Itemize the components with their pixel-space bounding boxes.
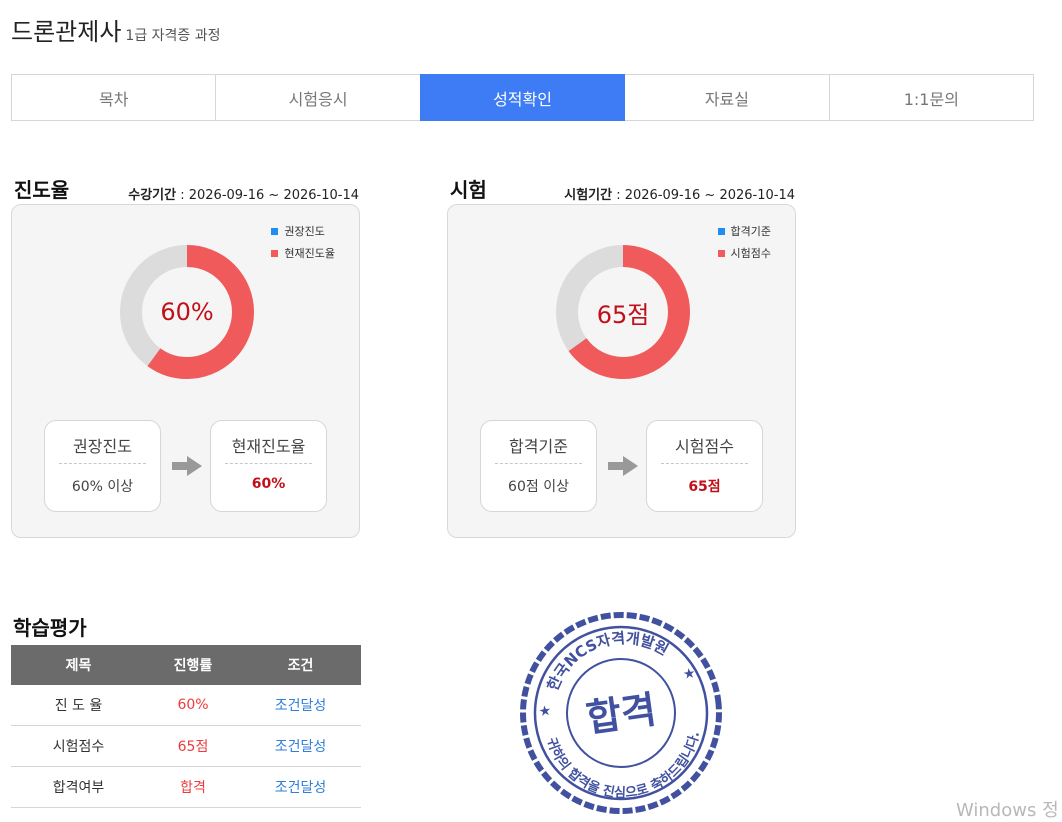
arrow-right-icon [172,456,202,476]
current-progress-title: 현재진도율 [231,437,306,456]
recommended-progress-title: 권장진도 [73,437,132,456]
row-value: 65점 [146,725,240,767]
legend-item-recommended: 권장진도 [271,223,335,239]
stamp-center-text: 합격 [583,687,658,740]
divider [225,463,312,464]
table-header-row: 제목 진행률 조건 [11,645,361,685]
exam-donut-label: 65점 [596,300,650,329]
tab-bar: 목차 시험응시 성적확인 자료실 1:1문의 [11,74,1035,121]
legend-swatch-blue [271,227,279,235]
current-progress-box: 현재진도율 60% [210,420,327,512]
row-condition: 조건달성 [240,725,361,767]
progress-card: 권장진도 현재진도율 60% 권장진도 60% 이상 현재진도율 60% [11,204,360,538]
divider [661,463,748,464]
divider [495,463,582,464]
row-name: 시험점수 [11,725,146,767]
current-progress-value: 60% [251,476,286,492]
divider [59,463,146,464]
tab-grades[interactable]: 성적확인 [419,74,626,121]
exam-score-box: 시험점수 65점 [646,420,763,512]
progress-header: 진도율 수강기간 : 2026-09-16 ~ 2026-10-14 [14,174,359,203]
tab-take-exam[interactable]: 시험응시 [215,74,421,121]
recommended-progress-value: 60% 이상 [71,479,134,495]
pass-criteria-box: 합격기준 60점 이상 [480,420,597,512]
legend-item-pass-criteria: 합격기준 [717,223,771,239]
course-subtitle: 1급 자격증 과정 [125,28,221,44]
column-header-condition: 조건 [240,645,361,685]
row-condition: 조건달성 [240,685,361,726]
exam-header: 시험 시험기간 : 2026-09-16 ~ 2026-10-14 [450,174,795,203]
pass-criteria-title: 합격기준 [509,437,568,456]
legend-swatch-red [271,249,279,257]
legend-item-exam-score: 시험점수 [717,245,771,261]
star-icon: ★ [538,703,553,721]
exam-card: 합격기준 시험점수 65점 합격기준 60점 이상 시험점수 65점 [447,204,796,538]
evaluation-title: 학습평가 [13,616,87,640]
exam-score-value: 65점 [688,479,721,495]
column-header-progress: 진행률 [146,645,240,685]
legend-item-current: 현재진도율 [271,245,335,261]
exam-title: 시험 [450,178,487,202]
exam-score-title: 시험점수 [675,437,734,456]
arrow-right-icon [608,456,638,476]
table-row: 합격여부 합격 조건달성 [11,766,361,808]
row-name: 합격여부 [11,766,146,808]
progress-title: 진도율 [14,178,70,202]
row-name: 진 도 율 [11,685,146,726]
exam-legend: 합격기준 시험점수 [717,223,771,267]
pass-stamp-seal: 한국NCS자격개발원 귀하의 합격을 진심으로 축하드립니다. 합격 ★ ★ [520,612,722,814]
table-row: 시험점수 65점 조건달성 [11,725,361,767]
legend-swatch-red [717,249,725,257]
course-title: 드론관제사 [11,18,122,46]
table-row: 진 도 율 60% 조건달성 [11,685,361,726]
progress-donut-label: 60% [160,298,214,326]
tab-contents[interactable]: 목차 [11,74,217,121]
pass-criteria-value: 60점 이상 [508,479,569,495]
os-activation-watermark: Windows 정 [956,800,1059,821]
page-title: 드론관제사 1급 자격증 과정 [11,12,221,47]
legend-swatch-blue [717,227,725,235]
tab-resources[interactable]: 자료실 [624,74,830,121]
column-header-title: 제목 [11,645,146,685]
tab-inquiry[interactable]: 1:1문의 [828,74,1035,121]
row-value: 합격 [146,766,240,808]
evaluation-table: 제목 진행률 조건 진 도 율 60% 조건달성 시험점수 65점 조건달성 합… [11,645,361,808]
star-icon: ★ [682,665,697,683]
course-period: 수강기간 : 2026-09-16 ~ 2026-10-14 [128,188,359,203]
row-value: 60% [146,685,240,726]
recommended-progress-box: 권장진도 60% 이상 [44,420,161,512]
exam-period: 시험기간 : 2026-09-16 ~ 2026-10-14 [564,188,795,203]
row-condition: 조건달성 [240,766,361,808]
progress-legend: 권장진도 현재진도율 [271,223,335,267]
